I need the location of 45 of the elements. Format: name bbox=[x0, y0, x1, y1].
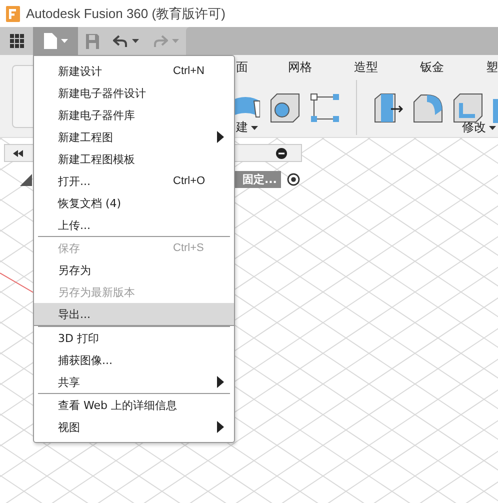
ribbon-tab[interactable]: 塑 bbox=[486, 59, 498, 76]
collapse-icon[interactable] bbox=[13, 150, 23, 156]
menu-item[interactable]: 捕获图像... bbox=[34, 349, 234, 371]
caret-icon bbox=[489, 126, 496, 130]
menu-item[interactable]: 查看 Web 上的详细信息 bbox=[34, 394, 234, 416]
shortcut-label: Ctrl+N bbox=[173, 65, 204, 77]
menu-item[interactable]: 新建工程图模板 bbox=[34, 148, 234, 170]
ribbon-tab[interactable]: 面 bbox=[236, 59, 248, 76]
menu-item[interactable]: 视图 bbox=[34, 416, 234, 438]
redo-icon bbox=[153, 34, 168, 48]
group-menu-button[interactable]: 建 bbox=[234, 119, 260, 136]
minus-circle-icon[interactable] bbox=[276, 148, 287, 158]
shortcut-label: Ctrl+S bbox=[173, 242, 204, 254]
menu-item[interactable]: 上传... bbox=[34, 214, 234, 236]
shell-icon[interactable] bbox=[453, 92, 483, 122]
group-menu-button[interactable]: 修改 bbox=[460, 119, 498, 136]
caret-icon bbox=[132, 39, 139, 43]
menu-item[interactable]: 恢复文档 (4) bbox=[34, 192, 234, 214]
shortcut-label: Ctrl+O bbox=[173, 175, 206, 187]
corner-triangle-icon bbox=[20, 174, 32, 186]
document-icon bbox=[44, 33, 56, 49]
caret-icon bbox=[172, 39, 179, 43]
ribbon-tab[interactable]: 网格 bbox=[288, 59, 312, 76]
hole-tool-icon[interactable] bbox=[270, 92, 300, 122]
caret-icon bbox=[60, 39, 68, 43]
caret-icon bbox=[251, 126, 258, 130]
radio-target-icon[interactable] bbox=[287, 173, 300, 186]
ribbon-tab[interactable]: 钣金 bbox=[420, 59, 444, 76]
menu-item[interactable]: 新建工程图 bbox=[34, 126, 234, 148]
menu-item[interactable]: 新建设计 Ctrl+N bbox=[34, 60, 234, 82]
fillet-icon[interactable] bbox=[413, 92, 443, 122]
menu-item[interactable]: 3D 打印 bbox=[34, 327, 234, 349]
menu-item[interactable]: 另存为 bbox=[34, 259, 234, 281]
menu-item[interactable]: 导出... bbox=[34, 303, 234, 326]
grid-icon bbox=[10, 34, 24, 48]
menu-item[interactable]: 新建电子器件库 bbox=[34, 104, 234, 126]
press-pull-icon[interactable] bbox=[373, 92, 403, 122]
ribbon-tab[interactable]: 造型 bbox=[354, 59, 378, 76]
window-title: Autodesk Fusion 360 (教育版许可) bbox=[26, 4, 226, 22]
sketch-points-icon[interactable] bbox=[310, 92, 340, 122]
save-icon bbox=[86, 34, 98, 48]
undo-icon bbox=[113, 34, 128, 48]
menu-item[interactable]: 新建电子器件设计 bbox=[34, 82, 234, 104]
menu-item[interactable]: 共享 bbox=[34, 371, 234, 393]
app-logo-icon bbox=[6, 6, 20, 22]
